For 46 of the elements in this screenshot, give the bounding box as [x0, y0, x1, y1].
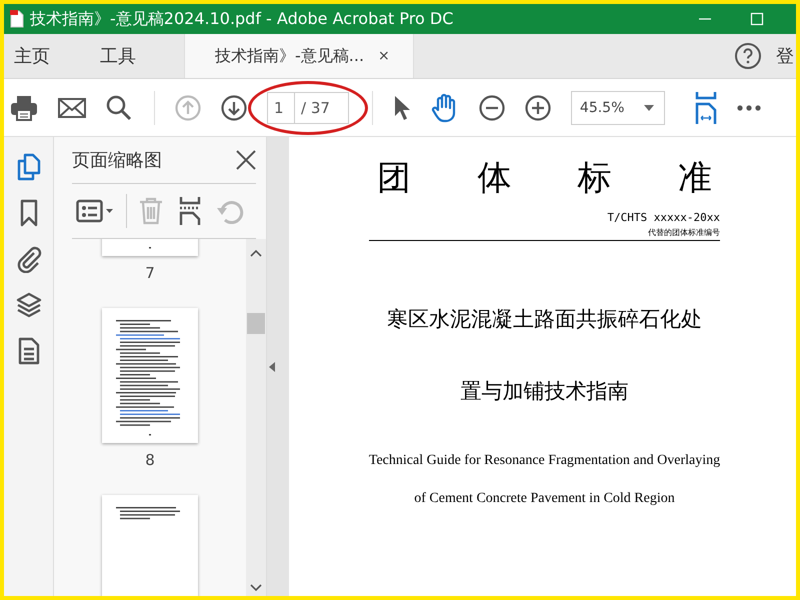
english-title: of Cement Concrete Pavement in Cold Region	[413, 491, 676, 507]
tab-label: 技术指南》-意见稿...	[215, 46, 364, 66]
zoom-in-icon[interactable]	[524, 94, 551, 120]
search-icon[interactable]	[106, 94, 132, 120]
close-tab-button[interactable]: ×	[378, 48, 390, 64]
document-tab[interactable]: 技术指南》-意见稿... ×	[184, 34, 414, 78]
menu-tab[interactable]: 工具	[90, 34, 146, 78]
attachment-icon[interactable]	[16, 245, 42, 273]
panel-title: 页面缩略图	[72, 149, 162, 172]
zoom-dropdown[interactable]: 45.5%	[570, 90, 665, 124]
next-page-icon[interactable]	[221, 94, 247, 120]
scrollbar[interactable]	[246, 239, 266, 596]
document-title: 寒区水泥混凝土路面共振碎石化处	[386, 306, 703, 333]
pdf-file-icon	[10, 10, 24, 28]
pointer-icon[interactable]	[392, 94, 411, 120]
email-icon[interactable]	[58, 98, 86, 118]
options-menu-icon[interactable]	[76, 199, 114, 223]
scroll-up-icon[interactable]	[250, 249, 262, 257]
collapse-panel-icon[interactable]	[269, 362, 275, 372]
more-icon[interactable]	[736, 104, 761, 110]
layers-icon[interactable]	[16, 291, 42, 319]
sign-in-link[interactable]: 登	[776, 44, 794, 68]
caret-icon	[644, 104, 654, 110]
zoom-out-icon[interactable]	[478, 94, 505, 120]
page-thumbnail[interactable]	[102, 495, 198, 596]
scroll-down-icon[interactable]	[250, 584, 262, 592]
page-count: / 37	[295, 92, 349, 124]
window-title: 技术指南》-意见稿2024.10.pdf - Adobe Acrobat Pro DC	[30, 8, 454, 30]
pages-icon[interactable]	[16, 153, 42, 181]
english-title: Technical Guide for Resonance Fragmentation and Overlaying	[368, 453, 722, 469]
page-number-field[interactable]: 1	[267, 92, 295, 124]
standard-code: T/CHTS xxxxx-20xx	[606, 211, 720, 224]
print-icon[interactable]	[10, 94, 38, 120]
page-number: 8	[145, 451, 155, 471]
fit-page-icon[interactable]	[694, 92, 717, 124]
document-heading: 团体标准	[376, 157, 780, 200]
help-icon[interactable]	[734, 42, 762, 70]
menu-tab[interactable]: 主页	[4, 34, 60, 78]
maximize-icon[interactable]	[750, 12, 764, 26]
close-icon[interactable]	[236, 150, 256, 170]
scroll-thumb[interactable]	[247, 313, 265, 334]
page-split-icon[interactable]	[179, 197, 201, 225]
document-title: 置与加铺技术指南	[460, 378, 630, 405]
page-thumbnail[interactable]	[102, 308, 198, 443]
page-number: 7	[145, 264, 155, 284]
standard-code-note: 代替的团体标准编号	[647, 227, 720, 238]
